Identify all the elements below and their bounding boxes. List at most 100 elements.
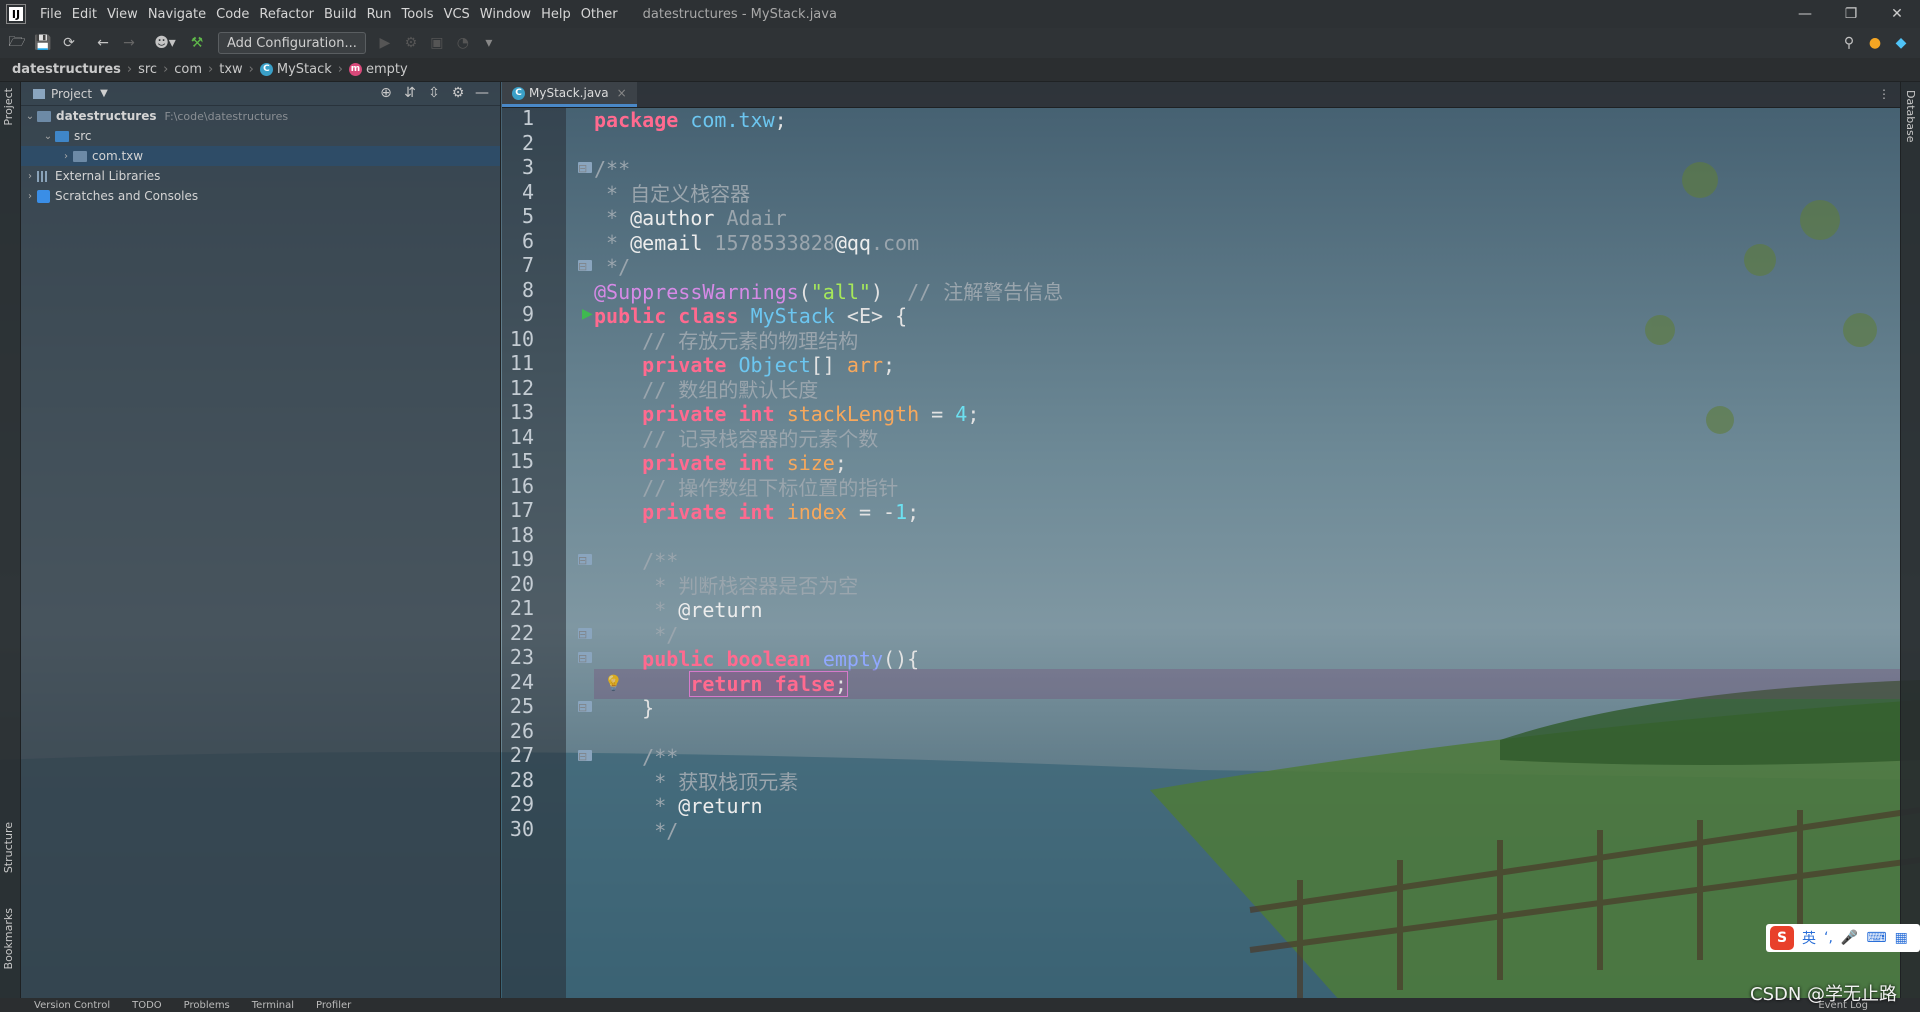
breadcrumb-txw[interactable]: txw [219, 62, 242, 77]
minimize-icon[interactable]: — [1782, 0, 1828, 28]
menu-help[interactable]: Help [536, 0, 576, 28]
breadcrumb-method[interactable]: empty [366, 62, 408, 77]
tree-node-external-libraries[interactable]: › External Libraries [21, 166, 500, 186]
menu-view[interactable]: View [102, 0, 143, 28]
fold-icon[interactable]: ⊟ [578, 701, 592, 714]
user-icon[interactable]: ☻▾ [154, 32, 176, 54]
grid-icon[interactable]: ▦ [1895, 930, 1908, 946]
status-terminal[interactable]: Terminal [252, 1000, 294, 1011]
keyboard-icon[interactable]: ⌨ [1866, 930, 1886, 946]
menu-window[interactable]: Window [475, 0, 536, 28]
project-panel-title[interactable]: Project [51, 87, 92, 101]
forward-arrow-icon[interactable]: → [118, 32, 140, 54]
line-number: 2 [521, 130, 534, 155]
status-profiler[interactable]: Profiler [316, 1000, 351, 1011]
profile-icon[interactable]: ◔ [452, 32, 474, 54]
tool-tab-project-label: Project [2, 88, 15, 126]
open-folder-icon[interactable]: 🗁 [6, 32, 28, 54]
menu-file[interactable]: File [35, 0, 67, 28]
code-line[interactable]: package com.txw; [594, 108, 787, 135]
coverage-icon[interactable]: ▣ [426, 32, 448, 54]
run-icon[interactable]: ▶ [374, 32, 396, 54]
ime-toolbar[interactable]: S 英 ‘, 🎤 ⌨ ▦ [1766, 924, 1920, 952]
chevron-down-icon[interactable]: ⌄ [41, 131, 55, 142]
editor-tab-mystack[interactable]: C MyStack.java × [502, 82, 637, 107]
chevron-right-icon[interactable]: › [59, 151, 73, 162]
status-bar: Version Control TODO Problems Terminal P… [0, 998, 1920, 1012]
more-run-dropdown-icon[interactable]: ▾ [478, 32, 500, 54]
breadcrumb-project[interactable]: datestructures [12, 62, 121, 77]
tool-tab-bookmarks[interactable]: Bookmarks [2, 908, 15, 969]
menu-vcs[interactable]: VCS [439, 0, 475, 28]
tool-tab-database[interactable]: Database [1904, 90, 1917, 143]
hide-panel-icon[interactable]: — [470, 85, 494, 101]
fold-icon[interactable]: ⊟ [578, 750, 592, 763]
fold-icon[interactable]: ⊟ [578, 652, 592, 665]
scratches-icon [37, 189, 50, 203]
tool-tab-project[interactable]: Project [2, 88, 15, 126]
breadcrumb-src[interactable]: src [138, 62, 157, 77]
fold-icon[interactable]: ⊟ [578, 260, 592, 273]
close-icon[interactable]: ✕ [1874, 0, 1920, 28]
code-line[interactable]: private int index = -1; [594, 497, 919, 527]
fold-icon[interactable]: ⊟ [578, 162, 592, 175]
run-class-icon[interactable]: ▶ [582, 306, 593, 322]
menu-refactor[interactable]: Refactor [254, 0, 319, 28]
editor-tab-bar: C MyStack.java × ⋮ [502, 82, 1900, 108]
main-toolbar: 🗁 💾 ⟳ ← → ☻▾ ⚒ Add Configuration... ▶ ⚙ … [0, 28, 1920, 58]
save-all-icon[interactable]: 💾 [32, 32, 54, 54]
back-arrow-icon[interactable]: ← [92, 32, 114, 54]
updates-icon[interactable]: ● [1864, 32, 1886, 54]
punctuation-icon[interactable]: ‘, [1824, 930, 1833, 946]
expand-all-icon[interactable]: ⇵ [398, 85, 422, 101]
status-todo[interactable]: TODO [132, 1000, 162, 1011]
fold-icon[interactable]: ⊟ [578, 554, 592, 567]
menu-code[interactable]: Code [211, 0, 254, 28]
breadcrumb-com[interactable]: com [174, 62, 202, 77]
build-hammer-icon[interactable]: ⚒ [186, 32, 208, 54]
chevron-right-icon[interactable]: › [23, 191, 37, 202]
code-line[interactable]: return false; [594, 668, 1900, 699]
code-area[interactable]: package com.txw;/** * 自定义栈容器 * @author A… [594, 108, 1900, 998]
restore-icon[interactable]: ❐ [1828, 0, 1874, 28]
more-options-icon[interactable]: ⋮ [1878, 87, 1890, 101]
status-problems[interactable]: Problems [184, 1000, 230, 1011]
menu-navigate[interactable]: Navigate [143, 0, 211, 28]
fold-icon[interactable]: ⊟ [578, 627, 592, 641]
code-line[interactable]: } [594, 693, 654, 723]
collapse-all-icon[interactable]: ⇳ [422, 85, 446, 101]
module-folder-icon [37, 110, 51, 122]
project-view-icon [33, 88, 45, 99]
add-configuration-button[interactable]: Add Configuration... [218, 32, 366, 54]
chevron-right-icon[interactable]: › [23, 171, 37, 182]
tree-node-label: datestructures [56, 109, 157, 123]
tool-tab-structure[interactable]: Structure [2, 822, 15, 873]
code-editor[interactable]: 1 2 3 4 5 6 7 8 9 10 11 12 13 14 15 16 17 18 19 20 21 22 23 24 2… [502, 108, 1900, 998]
ime-mode-label[interactable]: 英 [1802, 928, 1816, 948]
chevron-down-icon[interactable]: ⌄ [23, 111, 37, 122]
microphone-icon[interactable]: 🎤 [1841, 930, 1858, 946]
sync-icon[interactable]: ⟳ [58, 32, 80, 54]
menu-edit[interactable]: Edit [67, 0, 102, 28]
class-icon: C [259, 63, 273, 76]
tree-node-src[interactable]: ⌄ src [21, 126, 500, 146]
menu-other[interactable]: Other [576, 0, 623, 28]
menu-build[interactable]: Build [319, 0, 362, 28]
code-line[interactable]: * @email 1578533828@qq.com [594, 228, 919, 258]
code-line[interactable]: */ [594, 816, 678, 846]
menu-tools[interactable]: Tools [397, 0, 439, 28]
menu-run[interactable]: Run [362, 0, 397, 28]
locate-file-icon[interactable]: ⊕ [374, 85, 398, 101]
search-icon[interactable]: ⚲ [1838, 32, 1860, 54]
tree-node-scratches[interactable]: › Scratches and Consoles [21, 186, 500, 206]
debug-icon[interactable]: ⚙ [400, 32, 422, 54]
tree-node-package[interactable]: › com.txw [21, 146, 500, 166]
chevron-down-icon[interactable]: ▼ [100, 88, 108, 99]
close-tab-icon[interactable]: × [617, 86, 627, 100]
settings-gear-icon[interactable]: ⚙ [446, 85, 470, 101]
status-version-control[interactable]: Version Control [34, 1000, 110, 1011]
toolbar-right: ⚲ ● ◆ [1836, 32, 1914, 54]
jetbrains-toolbox-icon[interactable]: ◆ [1890, 32, 1912, 54]
breadcrumb-class[interactable]: MyStack [277, 62, 332, 77]
tree-node-project[interactable]: ⌄ datestructures F:\code\datestructures [21, 106, 500, 126]
